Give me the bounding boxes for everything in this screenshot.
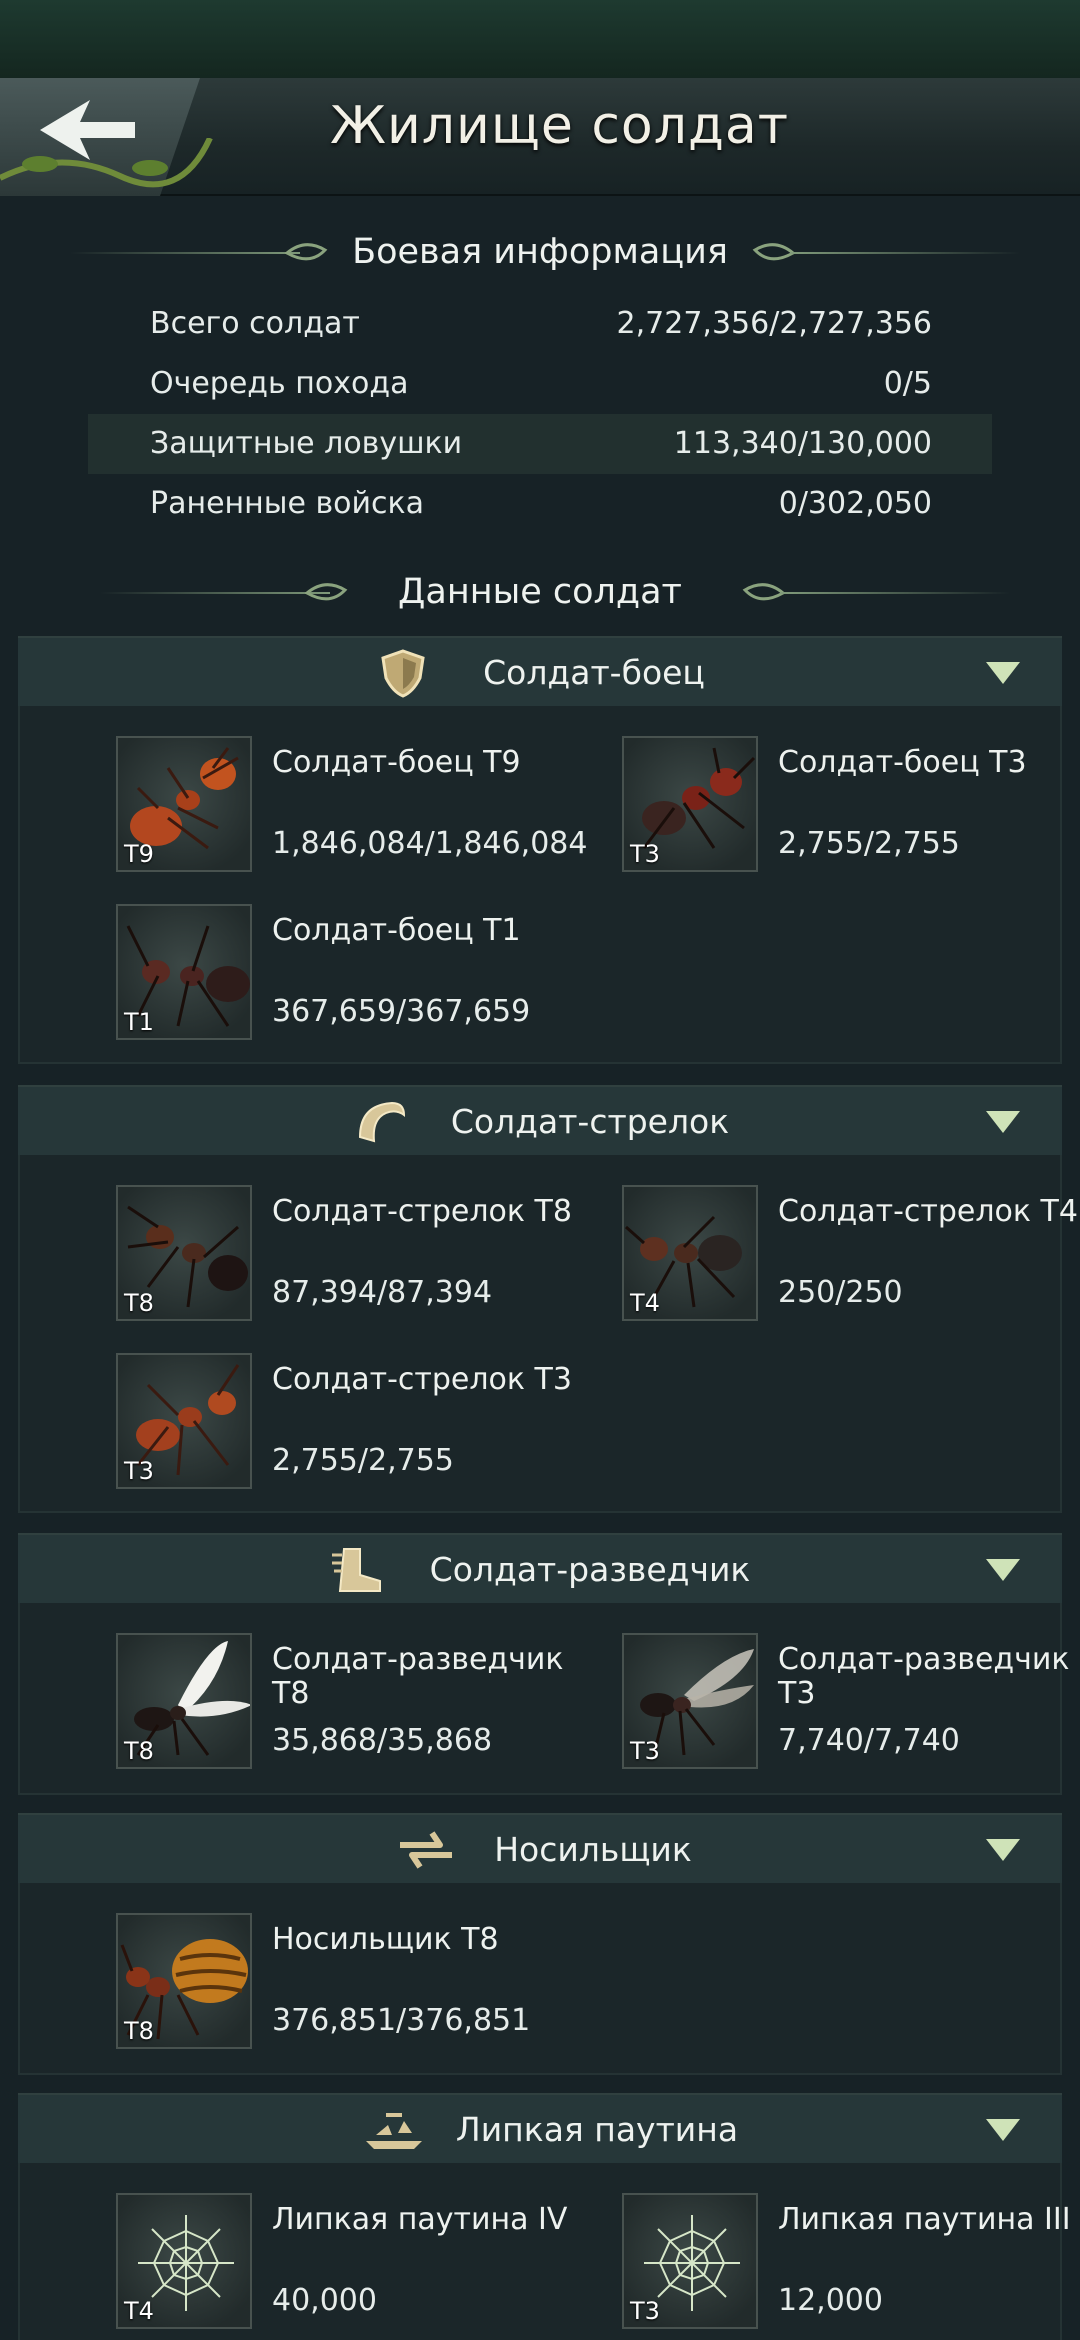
unit-name: Солдат-разведчик T8 [272, 1642, 564, 1711]
stat-value: 0/5 [883, 366, 932, 401]
stat-value: 2,727,356/2,727,356 [616, 306, 932, 341]
stat-row-defense-traps: Защитные ловушки 113,340/130,000 [88, 414, 992, 474]
stat-row-wounded: Раненные войска 0/302,050 [88, 474, 992, 534]
unit-card[interactable]: T8 Носильщик T8 376,851/376,851 [116, 1913, 596, 2053]
tier-badge: T8 [124, 1737, 154, 1765]
stat-row-march-queue: Очередь похода 0/5 [88, 354, 992, 414]
stat-label: Раненные войска [150, 486, 424, 521]
unit-name: Носильщик T8 [272, 1922, 499, 1957]
unit-name: Солдат-боец T9 [272, 745, 521, 780]
unit-portrait: T8 [116, 1913, 252, 2049]
category-header-warrior[interactable]: Солдат-боец [18, 636, 1062, 706]
category-title: Носильщик [494, 1830, 692, 1869]
leaf-ornament-icon [742, 583, 785, 601]
tier-badge: T3 [630, 1737, 660, 1765]
tier-badge: T3 [124, 1457, 154, 1485]
collapse-triangle-icon[interactable] [986, 1111, 1020, 1133]
page-header: Жилище солдат [0, 78, 1080, 196]
tier-badge: T3 [630, 840, 660, 868]
unit-card[interactable]: T3 Солдат-разведчик T3 7,740/7,740 [622, 1633, 1080, 1773]
unit-card[interactable]: T9 Солдат-боец T9 1,846,084/1,846,084 [116, 736, 596, 876]
unit-name: Солдат-стрелок T8 [272, 1194, 572, 1229]
unit-name: Липкая паутина III [778, 2202, 1071, 2237]
category-title: Солдат-стрелок [450, 1102, 730, 1141]
unit-count: 87,394/87,394 [272, 1275, 493, 1310]
unit-count: 2,755/2,755 [272, 1443, 454, 1478]
page-title: Жилище солдат [330, 96, 790, 156]
leaf-ornament-icon [285, 243, 328, 261]
stat-value: 0/302,050 [778, 486, 932, 521]
unit-portrait: T8 [116, 1633, 252, 1769]
unit-portrait: T4 [116, 2193, 252, 2329]
unit-card[interactable]: T4 Солдат-стрелок T4 250/250 [622, 1185, 1080, 1325]
unit-name: Липкая паутина IV [272, 2202, 568, 2237]
tier-badge: T1 [124, 1008, 154, 1036]
category-header-archer[interactable]: Солдат-стрелок [18, 1085, 1062, 1155]
category-body-sticky-web: T4 Липкая паутина IV 40,000 T3 Липкая па… [18, 2163, 1071, 2340]
tier-badge: T8 [124, 2017, 154, 2045]
battle-info-heading: Боевая информация [0, 232, 1080, 272]
unit-portrait: T3 [622, 2193, 758, 2329]
unit-card[interactable]: T1 Солдат-боец T1 367,659/367,659 [116, 904, 596, 1044]
soldier-data-heading: Данные солдат [0, 572, 1080, 612]
unit-portrait: T4 [622, 1185, 758, 1321]
unit-count: 7,740/7,740 [778, 1723, 960, 1758]
tier-badge: T4 [124, 2297, 154, 2325]
tier-badge: T9 [124, 840, 154, 868]
tier-badge: T4 [630, 1289, 660, 1317]
category-body-warrior: T9 Солдат-боец T9 1,846,084/1,846,084 T3… [18, 706, 1062, 1064]
stat-label: Всего солдат [150, 306, 360, 341]
collapse-triangle-icon[interactable] [986, 1559, 1020, 1581]
unit-count: 250/250 [778, 1275, 903, 1310]
unit-name: Солдат-боец T3 [778, 745, 1027, 780]
category-header-sticky-web[interactable]: Липкая паутина [18, 2093, 1062, 2163]
unit-portrait: T3 [622, 1633, 758, 1769]
unit-count: 40,000 [272, 2283, 377, 2318]
unit-count: 376,851/376,851 [272, 2003, 531, 2038]
unit-portrait: T3 [116, 1353, 252, 1489]
unit-card[interactable]: T8 Солдат-стрелок T8 87,394/87,394 [116, 1185, 596, 1325]
unit-count: 35,868/35,868 [272, 1723, 493, 1758]
unit-count: 1,846,084/1,846,084 [272, 826, 588, 861]
unit-card[interactable]: T3 Солдат-боец T3 2,755/2,755 [622, 736, 1080, 876]
unit-count: 2,755/2,755 [778, 826, 960, 861]
top-status-background [0, 0, 1080, 80]
stat-value: 113,340/130,000 [673, 426, 932, 461]
category-body-carrier: T8 Носильщик T8 376,851/376,851 [18, 1883, 1062, 2075]
stat-label: Очередь похода [150, 366, 409, 401]
stat-label: Защитные ловушки [150, 426, 463, 461]
collapse-triangle-icon[interactable] [986, 2119, 1020, 2141]
category-body-scout: T8 Солдат-разведчик T8 35,868/35,868 T3 … [18, 1603, 1070, 1795]
unit-portrait: T8 [116, 1185, 252, 1321]
unit-card[interactable]: T3 Липкая паутина III 12,000 [622, 2193, 1080, 2333]
unit-count: 367,659/367,659 [272, 994, 531, 1029]
collapse-triangle-icon[interactable] [986, 1839, 1020, 1861]
unit-card[interactable]: T3 Солдат-стрелок T3 2,755/2,755 [116, 1353, 596, 1493]
tier-badge: T8 [124, 1289, 154, 1317]
unit-name: Солдат-разведчик T3 [778, 1642, 1070, 1711]
unit-portrait: T1 [116, 904, 252, 1040]
category-header-scout[interactable]: Солдат-разведчик [18, 1533, 1062, 1603]
collapse-triangle-icon[interactable] [986, 662, 1020, 684]
unit-card[interactable]: T8 Солдат-разведчик T8 35,868/35,868 [116, 1633, 596, 1773]
tier-badge: T3 [630, 2297, 660, 2325]
unit-portrait: T9 [116, 736, 252, 872]
unit-name: Солдат-стрелок T4 [778, 1194, 1078, 1229]
category-title: Липкая паутина [455, 2110, 739, 2149]
unit-name: Солдат-стрелок T3 [272, 1362, 572, 1397]
category-body-archer: T8 Солдат-стрелок T8 87,394/87,394 T4 Со… [18, 1155, 1078, 1513]
leaf-ornament-icon [305, 583, 348, 601]
leaf-ornament-icon [752, 243, 795, 261]
vine-decoration [0, 138, 213, 188]
unit-name: Солдат-боец T1 [272, 913, 521, 948]
unit-count: 12,000 [778, 2283, 883, 2318]
category-title: Солдат-боец [483, 653, 705, 692]
stat-row-total-soldiers: Всего солдат 2,727,356/2,727,356 [88, 294, 992, 354]
category-title: Солдат-разведчик [429, 1550, 751, 1589]
unit-card[interactable]: T4 Липкая паутина IV 40,000 [116, 2193, 596, 2333]
unit-portrait: T3 [622, 736, 758, 872]
category-header-carrier[interactable]: Носильщик [18, 1813, 1062, 1883]
